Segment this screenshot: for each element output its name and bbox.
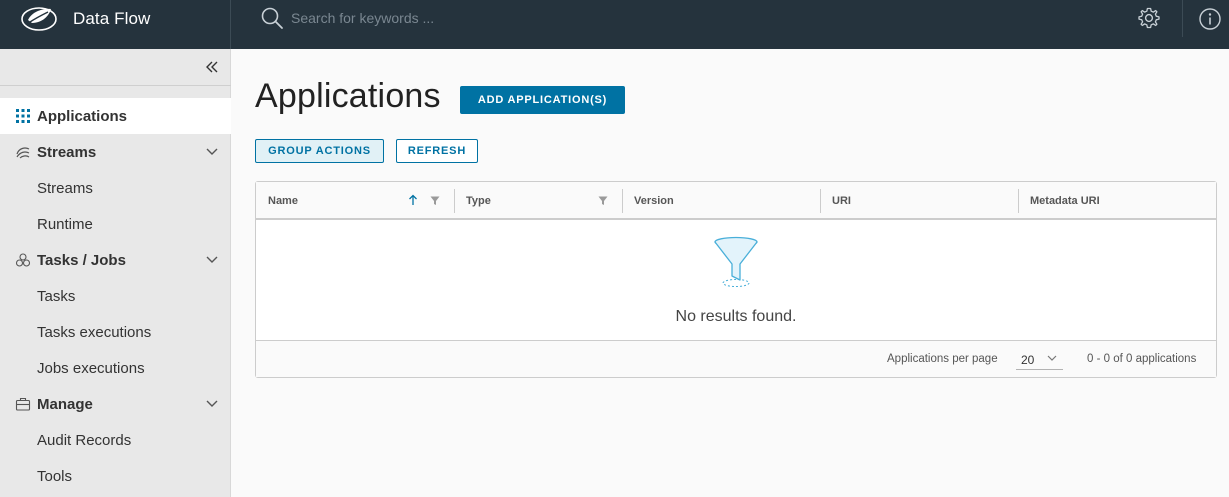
empty-filter-icon (714, 236, 758, 287)
sidebar-item-label: Runtime (37, 216, 93, 233)
column-label: Type (466, 195, 491, 207)
filter-icon[interactable] (430, 196, 440, 206)
column-label: Name (268, 195, 298, 207)
datagrid-footer: Applications per page 20 0 - 0 of 0 appl… (256, 340, 1216, 377)
sidebar-item-manage[interactable]: Manage (0, 386, 231, 422)
per-page-value: 20 (1021, 353, 1035, 367)
sidebar-item-label: Streams (37, 144, 97, 161)
sidebar-collapse-bar (0, 49, 231, 86)
per-page-label: Applications per page (887, 353, 998, 365)
empty-message: No results found. (675, 308, 797, 325)
sort-ascending-icon[interactable] (408, 194, 418, 206)
sidebar-item-label: Tasks executions (37, 324, 152, 341)
sidebar-item-tasks[interactable]: Tasks (0, 278, 231, 314)
column-header-metadata-uri[interactable]: Metadata URI (1018, 182, 1216, 218)
sidebar-item-label: Audit Records (37, 432, 132, 449)
sidebar-item-label: Applications (37, 108, 128, 125)
group-actions-button[interactable]: GROUP ACTIONS (255, 139, 384, 163)
page-title: Applications (255, 77, 441, 115)
info-icon[interactable] (1198, 7, 1222, 31)
app-title: Data Flow (73, 9, 151, 28)
column-header-type[interactable]: Type (454, 182, 622, 218)
brand[interactable]: Data Flow (0, 0, 231, 49)
column-header-version[interactable]: Version (622, 182, 820, 218)
column-label: Version (634, 195, 674, 207)
pagination-count: 0 - 0 of 0 applications (1087, 353, 1197, 365)
spring-logo-icon (21, 7, 57, 31)
gear-icon[interactable] (1137, 6, 1161, 30)
search-icon[interactable] (260, 6, 284, 30)
datagrid-header: Name Type Version URI Metadata URI (256, 182, 1216, 220)
column-header-name[interactable]: Name (256, 182, 454, 218)
sidebar-item-label: Jobs executions (37, 360, 145, 377)
sidebar-item-label: Streams (37, 180, 93, 197)
sidebar-item-label: Tools (37, 468, 73, 485)
sidebar-item-label: Tasks / Jobs (37, 252, 126, 269)
briefcase-icon (15, 397, 31, 411)
column-label: Metadata URI (1030, 195, 1100, 207)
refresh-button[interactable]: REFRESH (396, 139, 478, 163)
column-header-uri[interactable]: URI (820, 182, 1018, 218)
search-input[interactable] (291, 7, 691, 29)
sidebar-item-tools[interactable]: Tools (0, 458, 231, 494)
sidebar-item-audit-records[interactable]: Audit Records (0, 422, 231, 458)
sidebar: Applications Streams Streams Runtime Tas… (0, 49, 231, 497)
chevron-down-icon[interactable] (205, 398, 219, 410)
sidebar-item-runtime[interactable]: Runtime (0, 206, 231, 242)
sidebar-item-label: Tasks (37, 288, 76, 305)
sidebar-item-jobs-executions[interactable]: Jobs executions (0, 350, 231, 386)
per-page-select[interactable]: 20 (1016, 348, 1063, 370)
sidebar-item-tasks-jobs[interactable]: Tasks / Jobs (0, 242, 231, 278)
chevron-down-icon (1047, 355, 1057, 361)
grid-icon (16, 109, 30, 123)
column-label: URI (832, 195, 851, 207)
header-divider (1182, 0, 1183, 37)
streams-icon (16, 147, 30, 159)
top-header: Data Flow (0, 0, 1229, 49)
add-application-button[interactable]: ADD APPLICATION(S) (460, 86, 625, 114)
sidebar-item-streams[interactable]: Streams (0, 134, 231, 170)
chevron-down-icon[interactable] (205, 146, 219, 158)
chevron-down-icon[interactable] (205, 254, 219, 266)
sidebar-item-tasks-executions[interactable]: Tasks executions (0, 314, 231, 350)
sidebar-item-label: Manage (37, 396, 93, 413)
tasks-icon (15, 253, 31, 267)
sidebar-item-applications[interactable]: Applications (0, 98, 231, 134)
sidebar-item-streams-list[interactable]: Streams (0, 170, 231, 206)
double-chevron-left-icon[interactable] (204, 59, 220, 75)
filter-icon[interactable] (598, 196, 608, 206)
applications-datagrid: Name Type Version URI Metadata URI No re… (255, 181, 1217, 378)
